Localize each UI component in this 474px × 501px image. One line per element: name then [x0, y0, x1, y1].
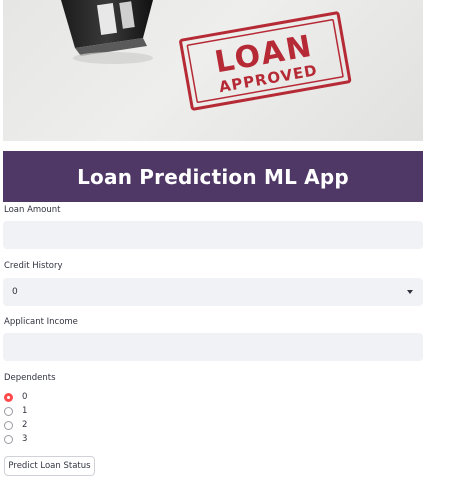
dependents-option-0[interactable]: 0: [4, 390, 27, 404]
dependents-option-label: 0: [22, 392, 28, 402]
credit-history-label: Credit History: [4, 261, 63, 271]
loan-amount-input[interactable]: [3, 221, 423, 249]
applicant-income-input[interactable]: [3, 333, 423, 361]
radio-unselected-icon: [4, 420, 13, 430]
dependents-option-3[interactable]: 3: [4, 432, 27, 446]
dependents-option-label: 3: [22, 434, 28, 444]
dependents-radio-group: 0 1 2 3: [4, 390, 27, 446]
radio-unselected-icon: [4, 434, 13, 444]
app-page: LOAN APPROVED Loan Prediction ML App Loa…: [0, 0, 474, 501]
loan-approved-stamp-illustration: LOAN APPROVED: [61, 0, 352, 111]
radio-unselected-icon: [4, 406, 13, 416]
app-title: Loan Prediction ML App: [77, 164, 349, 189]
title-banner: Loan Prediction ML App: [3, 151, 423, 202]
credit-history-select[interactable]: 0: [3, 278, 423, 306]
dependents-option-label: 2: [22, 420, 28, 430]
dependents-option-1[interactable]: 1: [4, 404, 27, 418]
dependents-option-2[interactable]: 2: [4, 418, 27, 432]
chevron-down-icon: [407, 290, 413, 294]
dependents-label: Dependents: [4, 373, 56, 383]
loan-amount-label: Loan Amount: [4, 205, 61, 215]
credit-history-selected-value: 0: [12, 287, 18, 297]
loan-approved-stamp-mark: LOAN APPROVED: [179, 11, 352, 111]
applicant-income-label: Applicant Income: [4, 317, 78, 327]
radio-selected-icon: [4, 392, 13, 402]
dependents-option-label: 1: [22, 406, 28, 416]
rubber-stamp-icon: [61, 0, 153, 64]
predict-loan-status-button[interactable]: Predict Loan Status: [4, 456, 95, 476]
hero-image-loan-approved: LOAN APPROVED: [3, 0, 423, 141]
